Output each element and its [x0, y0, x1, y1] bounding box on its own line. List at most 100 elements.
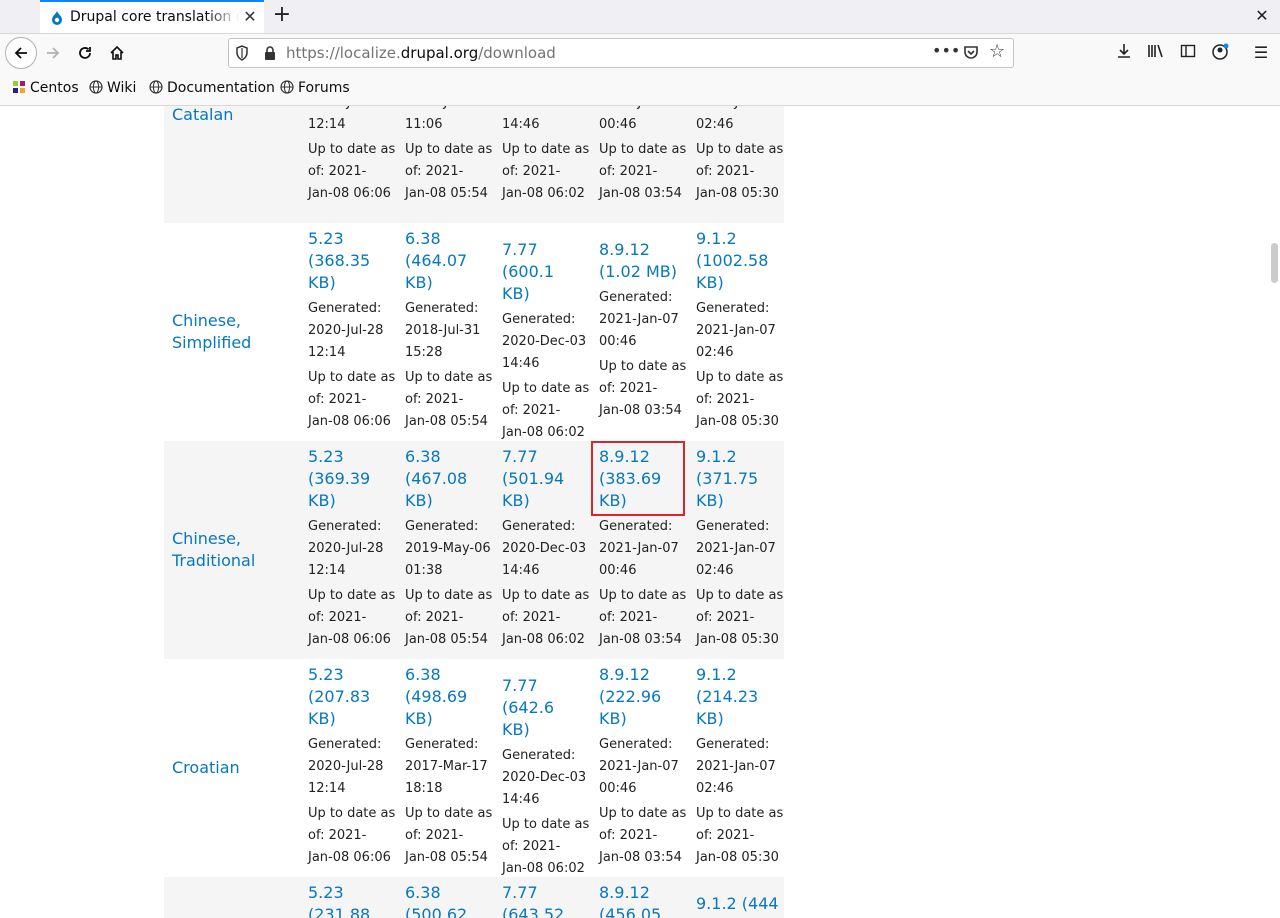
- download-link-line: 5.23: [308, 665, 344, 684]
- bookmark-label: Forums: [298, 80, 350, 96]
- url-path: /download: [478, 44, 556, 62]
- sidebar-icon[interactable]: [1178, 43, 1198, 63]
- back-button[interactable]: [5, 37, 37, 69]
- up-to-date-when: Jan-08 03:54: [599, 403, 682, 418]
- up-to-date-of: of: 2021-: [502, 839, 561, 854]
- download-cell: 2021-Jan-07 02:46 Up to date as of: 2021…: [696, 106, 786, 205]
- new-tab-icon[interactable]: +: [270, 4, 294, 28]
- tracking-protection-shield-icon[interactable]: [235, 45, 249, 61]
- download-link[interactable]: 6.38 (464.07 KB): [405, 228, 495, 294]
- language-link[interactable]: Croatian: [172, 757, 240, 779]
- generated-time: 12:14: [308, 117, 346, 132]
- home-button[interactable]: [103, 39, 131, 67]
- download-link[interactable]: 9.1.2 (1002.58 KB): [696, 228, 786, 294]
- download-link-line: KB): [696, 273, 724, 292]
- download-link[interactable]: 9.1.2 (371.75 KB): [696, 446, 786, 512]
- window-close-icon[interactable]: ✕: [1252, 4, 1272, 28]
- forward-button[interactable]: [39, 39, 67, 67]
- download-link[interactable]: 7.77 (642.6 KB): [502, 675, 592, 741]
- up-to-date-of: of: 2021-: [599, 164, 658, 179]
- download-cell: 5.23 (231.88: [308, 882, 398, 918]
- download-cell: 7.77 (501.94 KB) Generated: 2020-Dec-03 …: [502, 446, 592, 651]
- download-cell: 9.1.2 (214.23 KB) Generated: 2021-Jan-07…: [696, 664, 786, 869]
- lock-icon[interactable]: [263, 45, 277, 61]
- up-to-date-when: Jan-08 03:54: [599, 850, 682, 865]
- vertical-scrollbar[interactable]: [1268, 106, 1280, 918]
- download-cell: 2020-Jun-15 11:06 Up to date as of: 2021…: [405, 106, 495, 205]
- download-cell: 2021-Jan-07 00:46 Up to date as of: 2021…: [599, 106, 689, 205]
- scrollbar-thumb[interactable]: [1271, 243, 1278, 283]
- generated-date: 2020-Dec-03: [502, 334, 587, 349]
- url-text[interactable]: https://localize.drupal.org/download: [286, 44, 556, 62]
- download-link-line: KB): [696, 709, 724, 728]
- download-link-line: KB): [599, 709, 627, 728]
- arrow-right-icon: [47, 47, 60, 59]
- bookmark-star-icon[interactable]: ☆: [989, 41, 1005, 62]
- up-to-date-label: Up to date as: [696, 142, 784, 157]
- up-to-date-when: Jan-08 05:30: [696, 186, 779, 201]
- download-link[interactable]: 8.9.12 (1.02 MB): [599, 239, 689, 283]
- downloads-icon[interactable]: [1114, 43, 1134, 63]
- pocket-icon[interactable]: [963, 44, 979, 60]
- download-link[interactable]: 7.77 (600.1 KB): [502, 239, 592, 305]
- download-link-line: (369.39: [308, 469, 371, 488]
- download-link-line: KB): [405, 491, 433, 510]
- tab-bar: Drupal core translation downloads ✕ + ✕: [0, 0, 1280, 34]
- download-link[interactable]: 7.77 (643.52: [502, 882, 592, 918]
- language-link[interactable]: Chinese, Simplified: [172, 310, 251, 354]
- generated-time: 02:46: [696, 345, 734, 360]
- download-link[interactable]: 9.1.2 (214.23 KB): [696, 664, 786, 730]
- language-link[interactable]: Chinese, Traditional: [172, 528, 255, 572]
- language-link[interactable]: Catalan: [172, 106, 233, 126]
- generated-date: 2020-Dec-03: [502, 770, 587, 785]
- download-link[interactable]: 5.23 (231.88: [308, 882, 398, 918]
- download-link-line: 7.77: [502, 883, 538, 902]
- download-link-line: KB): [502, 491, 530, 510]
- download-link[interactable]: 5.23 (369.39 KB): [308, 446, 398, 512]
- download-cell: 9.1.2 (1002.58 KB) Generated: 2021-Jan-0…: [696, 228, 786, 433]
- library-icon[interactable]: [1146, 43, 1166, 63]
- menu-icon[interactable]: ☰: [1251, 43, 1271, 63]
- download-link-line: 6.38: [405, 883, 441, 902]
- bookmark-centos[interactable]: Centos: [12, 80, 79, 98]
- download-link-line: (456.05: [599, 905, 662, 918]
- bookmark-documentation[interactable]: Documentation: [149, 80, 275, 98]
- up-to-date-when: Jan-08 05:30: [696, 414, 779, 429]
- download-link-line: (371.75: [696, 469, 759, 488]
- generated-time: 00:46: [599, 781, 637, 796]
- active-tab[interactable]: Drupal core translation downloads ✕: [40, 0, 264, 33]
- bookmarks-toolbar: Centos Wiki Documentation Forums: [0, 72, 1280, 106]
- language-line: Simplified: [172, 333, 252, 352]
- download-link[interactable]: 6.38 (500.62: [405, 882, 495, 918]
- download-link-line: KB): [308, 709, 336, 728]
- bookmark-forums[interactable]: Forums: [280, 80, 350, 98]
- download-arrow-icon: [1118, 44, 1130, 58]
- tab-close-icon[interactable]: ✕: [242, 8, 258, 26]
- account-icon[interactable]: [1210, 43, 1230, 63]
- up-to-date-label: Up to date as: [502, 142, 590, 157]
- download-link-line: KB): [405, 273, 433, 292]
- generated-label: Generated:: [502, 519, 576, 534]
- download-link[interactable]: 8.9.12 (222.96 KB): [599, 664, 689, 730]
- generated-label: Generated:: [308, 301, 382, 316]
- download-cell: 6.38 (467.08 KB) Generated: 2019-May-06 …: [405, 446, 495, 651]
- download-link[interactable]: 5.23 (207.83 KB): [308, 664, 398, 730]
- page-actions-icon[interactable]: •••: [932, 41, 960, 60]
- download-link[interactable]: 6.38 (498.69 KB): [405, 664, 495, 730]
- download-link[interactable]: 8.9.12 (456.05: [599, 882, 689, 918]
- download-link[interactable]: 6.38 (467.08 KB): [405, 446, 495, 512]
- download-link-line: (643.52: [502, 905, 565, 918]
- url-bar[interactable]: https://localize.drupal.org/download •••…: [228, 38, 1014, 68]
- reload-button[interactable]: [71, 39, 99, 67]
- up-to-date-label: Up to date as: [599, 142, 687, 157]
- bookmark-wiki[interactable]: Wiki: [89, 80, 136, 98]
- generated-date: 2021-Jan-07: [599, 541, 679, 556]
- download-link[interactable]: 5.23 (368.35 KB): [308, 228, 398, 294]
- up-to-date-label: Up to date as: [599, 359, 687, 374]
- generated-date: 2021-Jan-07: [599, 312, 679, 327]
- download-link[interactable]: 7.77 (501.94 KB): [502, 446, 592, 512]
- generated-date: 2020-Jul-28: [308, 759, 384, 774]
- download-link[interactable]: 9.1.2 (444: [696, 893, 786, 915]
- download-link-line: 8.9.12: [599, 883, 650, 902]
- up-to-date-of: of: 2021-: [696, 828, 755, 843]
